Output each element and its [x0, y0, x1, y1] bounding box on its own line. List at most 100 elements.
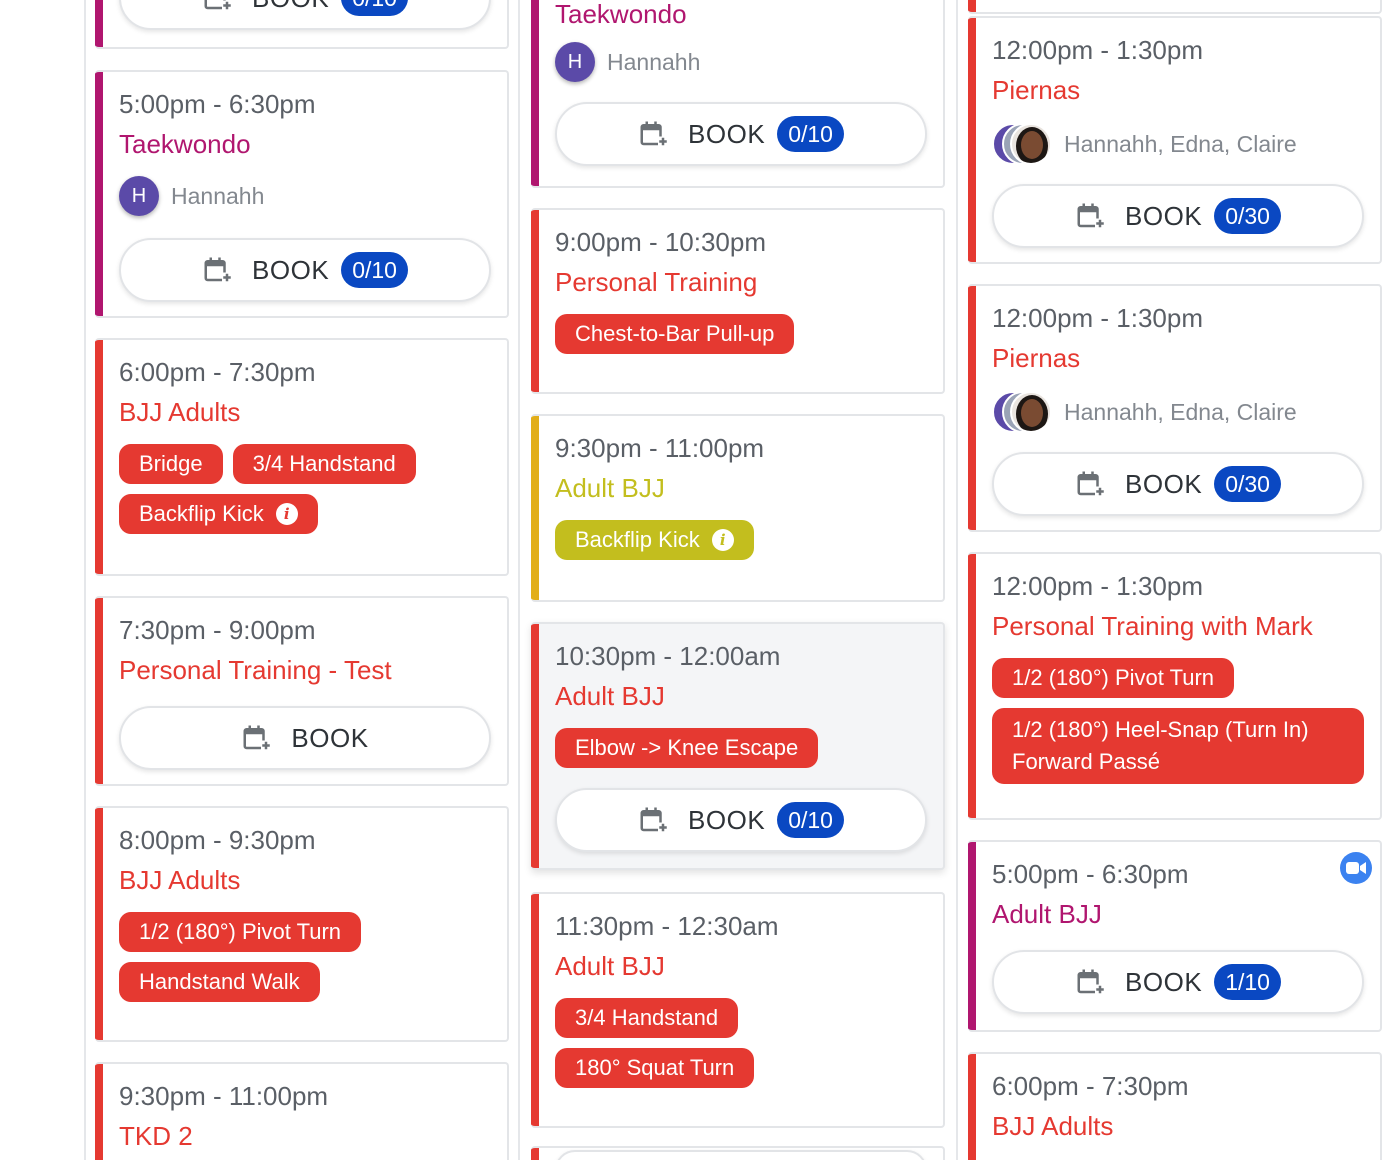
class-title[interactable]: TKD 2 — [119, 1118, 491, 1154]
skill-tag[interactable]: 1/2 (180°) Pivot Turn — [119, 912, 362, 952]
class-card[interactable]: 8:00pm - 9:30pm BJJ Adults 1/2 (180°) Pi… — [95, 806, 509, 1042]
class-title[interactable]: BJJ Adults — [119, 862, 491, 898]
book-button[interactable]: BOOK 0/30 — [992, 184, 1364, 248]
class-time: 5:00pm - 6:30pm — [992, 859, 1189, 889]
class-card[interactable]: 7:30pm - 9:00pm Personal Training - Test… — [95, 596, 509, 786]
class-card[interactable]: 11:30pm - 12:30am Adult BJJ 3/4 Handstan… — [531, 892, 945, 1128]
skill-tag[interactable]: 3/4 Handstand — [232, 444, 416, 484]
class-card[interactable]: 6:00pm - 7:30pm BJJ Adults Bridge 3/4 Ha… — [95, 338, 509, 576]
skill-tag[interactable]: Chest-to-Bar Pull-up — [555, 314, 795, 354]
capacity-badge: 0/10 — [341, 252, 408, 288]
book-button[interactable]: BOOK 1/10 — [992, 950, 1364, 1014]
capacity-badge: 0/30 — [1214, 198, 1281, 234]
class-time: 9:30pm - 11:00pm — [119, 1081, 329, 1111]
book-label: BOOK — [1125, 200, 1203, 231]
book-button[interactable] — [555, 1150, 927, 1160]
skill-tag[interactable]: Elbow -> Knee Escape — [555, 728, 819, 768]
book-label: BOOK — [1125, 468, 1203, 499]
card-color-bar — [968, 286, 976, 530]
book-label: BOOK — [688, 118, 766, 149]
class-time: 6:00pm - 7:30pm — [992, 1071, 1189, 1101]
class-card[interactable]: 12:00pm - 1:30pm Piernas Hannahh, Edna, … — [968, 284, 1382, 532]
avatar-stack — [992, 390, 1052, 434]
card-color-bar — [95, 72, 103, 316]
class-card[interactable]: 6:00pm - 7:30pm BJJ Adults — [968, 1052, 1382, 1160]
class-time: 9:00pm - 10:30pm — [555, 227, 767, 257]
class-title[interactable]: Personal Training — [555, 264, 927, 300]
avatar: H — [119, 176, 159, 216]
skill-tag[interactable]: 1/2 (180°) Heel-Snap (Turn In) Forward P… — [992, 708, 1364, 784]
calendar-add-icon — [1077, 969, 1106, 995]
book-button[interactable]: BOOK 0/10 — [119, 238, 491, 302]
class-title[interactable]: Adult BJJ — [992, 896, 1364, 932]
attendee-names: Hannahh — [171, 182, 265, 209]
class-card[interactable]: 12:00pm - 1:30pm Personal Training with … — [968, 552, 1382, 820]
book-button[interactable]: BOOK — [119, 706, 491, 770]
attendee-list: H Hannahh — [119, 176, 491, 216]
skill-tag[interactable]: 180° Squat Turn — [555, 1048, 755, 1088]
class-card[interactable]: 5:00pm - 6:30pm Adult BJJ BOOK 1/10 — [968, 840, 1382, 1032]
class-title[interactable]: Personal Training - Test — [119, 652, 491, 688]
book-button[interactable]: BOOK 0/30 — [992, 452, 1364, 516]
class-title[interactable]: Piernas — [992, 340, 1364, 376]
class-title[interactable]: BJJ Adults — [119, 394, 491, 430]
class-card[interactable]: BOOK 0/10 — [95, 0, 509, 49]
card-color-bar — [968, 842, 976, 1030]
attendee-names: Hannahh, Edna, Claire — [1064, 398, 1297, 425]
skill-tags: Chest-to-Bar Pull-up — [555, 314, 927, 354]
skill-tag[interactable]: Backflip Kick i — [119, 494, 318, 534]
class-card[interactable]: 5:00pm - 6:30pm Taekwondo H Hannahh BOOK… — [95, 70, 509, 318]
card-color-bar — [531, 1148, 539, 1160]
skill-tag[interactable]: Backflip Kick i — [555, 520, 754, 560]
class-card[interactable] — [531, 1146, 945, 1160]
class-title[interactable]: Taekwondo — [555, 0, 927, 32]
skill-tag[interactable]: Handstand Walk — [119, 962, 320, 1002]
skill-tags: 1/2 (180°) Pivot Turn 1/2 (180°) Heel-Sn… — [992, 658, 1364, 784]
class-card[interactable]: 9:30pm - 11:00pm TKD 2 — [95, 1062, 509, 1160]
book-button[interactable]: BOOK 0/10 — [555, 102, 927, 166]
class-card[interactable]: 12:00pm - 1:30pm Piernas Hannahh, Edna, … — [968, 16, 1382, 264]
avatar — [1010, 391, 1052, 433]
class-title[interactable]: Adult BJJ — [555, 948, 927, 984]
info-icon[interactable]: i — [711, 529, 734, 551]
skill-tag[interactable]: 3/4 Handstand — [555, 998, 739, 1038]
calendar-add-icon — [640, 807, 669, 833]
capacity-badge: 0/10 — [777, 802, 844, 838]
class-title[interactable]: Piernas — [992, 72, 1364, 108]
skill-tag[interactable]: 1/2 (180°) Pivot Turn — [992, 658, 1235, 698]
class-time: 9:30pm - 11:00pm — [555, 433, 765, 463]
card-color-bar — [531, 0, 539, 186]
class-title[interactable]: BJJ Adults — [992, 1108, 1364, 1144]
skill-tags: Elbow -> Knee Escape — [555, 728, 927, 768]
book-label: BOOK — [252, 0, 329, 14]
book-label: BOOK — [1125, 966, 1203, 997]
attendee-names: Hannahh — [607, 48, 701, 75]
book-label: BOOK — [688, 804, 766, 835]
class-title[interactable]: Taekwondo — [119, 126, 491, 162]
book-button[interactable]: BOOK 0/10 — [119, 0, 491, 30]
class-title[interactable]: Adult BJJ — [555, 678, 927, 714]
skill-tag[interactable]: Bridge — [119, 444, 223, 484]
class-time: 8:00pm - 9:30pm — [119, 825, 316, 855]
class-time: 12:00pm - 1:30pm — [992, 35, 1204, 65]
class-time: 7:30pm - 9:00pm — [119, 615, 316, 645]
class-card[interactable] — [968, 0, 1382, 14]
card-color-bar — [95, 340, 103, 574]
class-card[interactable]: 10:30pm - 12:00am Adult BJJ Elbow -> Kne… — [531, 622, 945, 870]
card-color-bar — [531, 894, 539, 1126]
book-button[interactable]: BOOK 0/10 — [555, 788, 927, 852]
info-icon[interactable]: i — [275, 503, 298, 525]
attendee-names: Hannahh, Edna, Claire — [1064, 130, 1297, 157]
attendee-list: Hannahh, Edna, Claire — [992, 122, 1364, 166]
capacity-badge: 0/10 — [341, 0, 408, 16]
class-title[interactable]: Personal Training with Mark — [992, 608, 1364, 644]
class-card[interactable]: Taekwondo H Hannahh BOOK 0/10 — [531, 0, 945, 188]
column-divider — [518, 0, 520, 1160]
class-title[interactable]: Adult BJJ — [555, 470, 927, 506]
card-color-bar — [531, 416, 539, 600]
class-time: 12:00pm - 1:30pm — [992, 303, 1204, 333]
class-card[interactable]: 9:30pm - 11:00pm Adult BJJ Backflip Kick… — [531, 414, 945, 602]
card-color-bar — [531, 624, 539, 868]
class-card[interactable]: 9:00pm - 10:30pm Personal Training Chest… — [531, 208, 945, 394]
book-label: BOOK — [252, 254, 330, 285]
